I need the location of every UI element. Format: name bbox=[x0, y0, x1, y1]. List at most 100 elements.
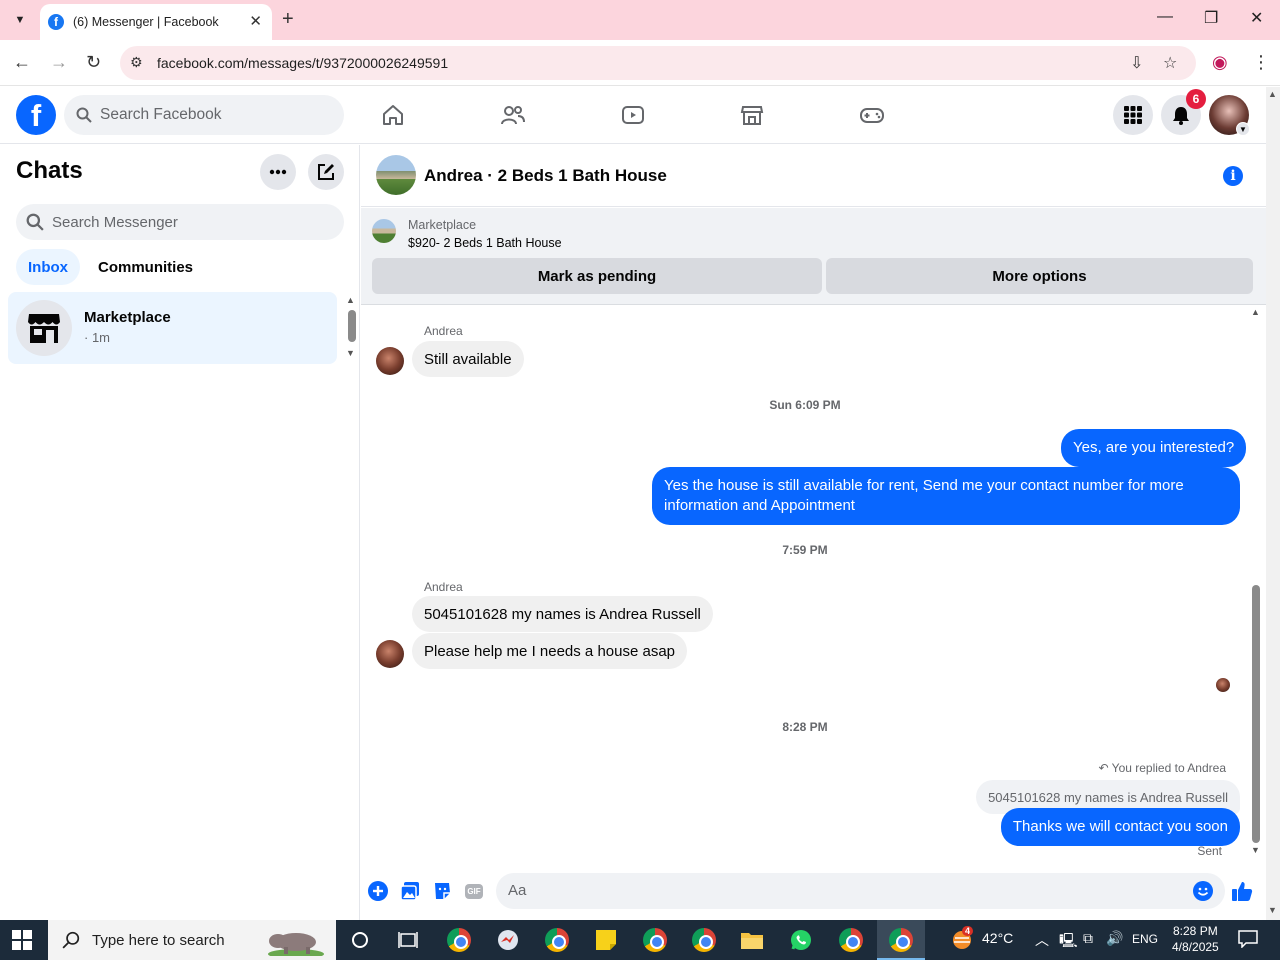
messenger-app-icon[interactable] bbox=[494, 926, 522, 954]
facebook-favicon-icon: f bbox=[48, 14, 64, 30]
url-text[interactable]: facebook.com/messages/t/9372000026249591 bbox=[157, 55, 448, 71]
conversation-title[interactable]: Andrea · 2 Beds 1 Bath House bbox=[424, 166, 667, 186]
gif-icon[interactable]: GIF bbox=[463, 880, 485, 902]
chevron-down-icon[interactable]: ▼ bbox=[1236, 122, 1250, 136]
info-icon[interactable]: i bbox=[1223, 166, 1243, 186]
bookmark-star-icon[interactable]: ☆ bbox=[1163, 53, 1177, 73]
chrome-active-icon[interactable] bbox=[887, 926, 915, 954]
windows-start-icon[interactable] bbox=[12, 930, 32, 950]
chrome-icon[interactable] bbox=[445, 926, 473, 954]
search-highlight-hippo-icon bbox=[268, 933, 324, 956]
weather-temperature[interactable]: 42°C bbox=[982, 930, 1013, 946]
mark-as-pending-button[interactable]: Mark as pending bbox=[372, 258, 822, 294]
page-scrollbar[interactable]: ▲ ▼ bbox=[1266, 87, 1280, 920]
search-messenger-input[interactable]: Search Messenger bbox=[16, 204, 344, 240]
volume-icon[interactable]: 🔊 bbox=[1106, 930, 1123, 947]
marketplace-icon[interactable] bbox=[738, 101, 766, 129]
incoming-message[interactable]: 5045101628 my names is Andrea Russell bbox=[412, 596, 713, 632]
file-explorer-icon[interactable] bbox=[738, 926, 766, 954]
taskbar-search-input[interactable]: Type here to search bbox=[48, 920, 336, 960]
reload-icon[interactable]: ↻ bbox=[86, 52, 101, 73]
profile-icon[interactable]: ◉ bbox=[1212, 52, 1228, 73]
avatar[interactable] bbox=[376, 347, 404, 375]
search-icon bbox=[76, 107, 92, 123]
watch-video-icon[interactable] bbox=[619, 101, 647, 129]
restore-icon[interactable]: ❐ bbox=[1204, 8, 1218, 28]
site-info-icon[interactable]: ⚙ bbox=[130, 54, 143, 71]
scroll-up-arrow-icon[interactable]: ▲ bbox=[1268, 89, 1277, 99]
minimize-icon[interactable]: — bbox=[1157, 8, 1173, 26]
more-options-button[interactable]: More options bbox=[826, 258, 1253, 294]
chrome-profile-icon[interactable] bbox=[837, 926, 865, 954]
scroll-up-arrow-icon[interactable]: ▲ bbox=[346, 295, 355, 305]
avatar[interactable] bbox=[376, 640, 404, 668]
gaming-icon[interactable] bbox=[858, 101, 886, 129]
notification-center-icon[interactable] bbox=[1238, 930, 1258, 951]
more-options-ellipsis-icon[interactable] bbox=[260, 154, 296, 190]
message-input[interactable]: Aa bbox=[496, 873, 1225, 909]
address-bar-row: ← → ↻ ⚙ facebook.com/messages/t/93720000… bbox=[0, 40, 1280, 86]
tab-close-icon[interactable]: ✕ bbox=[249, 12, 262, 30]
facebook-logo-icon[interactable]: f bbox=[16, 95, 56, 135]
sticky-notes-icon[interactable] bbox=[592, 926, 620, 954]
listing-thumbnail[interactable] bbox=[372, 219, 396, 243]
incoming-message[interactable]: Still available bbox=[412, 341, 524, 377]
scrollbar-thumb[interactable] bbox=[348, 310, 356, 342]
friends-icon[interactable] bbox=[499, 101, 527, 129]
forward-icon[interactable]: → bbox=[50, 52, 68, 73]
listing-title[interactable]: $920- 2 Beds 1 Bath House bbox=[408, 236, 562, 250]
message-input-placeholder: Aa bbox=[508, 882, 527, 899]
facebook-search-input[interactable]: Search Facebook bbox=[64, 95, 344, 135]
notification-badge: 6 bbox=[1186, 89, 1206, 109]
camera-icon[interactable]: ⧉ bbox=[1083, 930, 1093, 947]
chrome-profile-icon[interactable] bbox=[543, 926, 571, 954]
like-thumbs-up-icon[interactable] bbox=[1231, 880, 1253, 902]
omnibox[interactable]: ⚙ facebook.com/messages/t/93720000262495… bbox=[120, 46, 1196, 80]
install-app-icon[interactable]: ⇩ bbox=[1130, 53, 1143, 73]
new-tab-icon[interactable]: + bbox=[282, 8, 294, 31]
sent-status: Sent bbox=[1197, 844, 1222, 858]
tab-communities[interactable]: Communities bbox=[86, 249, 205, 285]
message-sender: Andrea bbox=[424, 580, 463, 594]
clock-time: 8:28 PM bbox=[1173, 924, 1218, 938]
whatsapp-icon[interactable] bbox=[787, 926, 815, 954]
tab-search-chevron-icon[interactable]: ▼ bbox=[6, 6, 34, 34]
back-icon[interactable]: ← bbox=[13, 52, 31, 73]
tab-inbox[interactable]: Inbox bbox=[16, 249, 80, 285]
chrome-profile-icon[interactable] bbox=[690, 926, 718, 954]
task-view-icon[interactable] bbox=[394, 926, 422, 954]
reply-arrow-icon: ↶ bbox=[1098, 761, 1112, 775]
scroll-up-arrow-icon[interactable]: ▲ bbox=[1251, 307, 1260, 317]
input-language[interactable]: ENG bbox=[1132, 932, 1158, 946]
scroll-down-arrow-icon[interactable]: ▼ bbox=[1251, 845, 1260, 855]
network-icon[interactable]: 🖳 bbox=[1059, 930, 1078, 954]
close-window-icon[interactable]: ✕ bbox=[1250, 8, 1263, 28]
chat-list-item-marketplace[interactable]: Marketplace · 1m bbox=[8, 292, 337, 364]
browser-tab[interactable]: f (6) Messenger | Facebook ✕ bbox=[40, 4, 272, 40]
chrome-menu-icon[interactable]: ⋮ bbox=[1252, 52, 1270, 73]
incoming-message[interactable]: Please help me I needs a house asap bbox=[412, 633, 688, 669]
sticker-icon[interactable] bbox=[431, 880, 453, 902]
new-message-compose-icon[interactable] bbox=[308, 154, 344, 190]
tray-chevron-up-icon[interactable]: ︿ bbox=[1035, 930, 1049, 950]
scroll-down-arrow-icon[interactable]: ▼ bbox=[346, 348, 355, 358]
weather-alert-badge: 4 bbox=[962, 926, 974, 936]
outgoing-message[interactable]: Thanks we will contact you soon bbox=[1000, 808, 1240, 846]
scroll-down-arrow-icon[interactable]: ▼ bbox=[1268, 905, 1277, 915]
emoji-icon[interactable] bbox=[1193, 881, 1213, 901]
menu-grid-icon[interactable] bbox=[1113, 95, 1153, 135]
listing-avatar[interactable] bbox=[376, 155, 416, 195]
search-messenger-placeholder: Search Messenger bbox=[52, 213, 178, 231]
system-clock[interactable]: 8:28 PM 4/8/2025 bbox=[1172, 923, 1219, 955]
home-icon[interactable] bbox=[379, 101, 407, 129]
cortana-circle-icon[interactable] bbox=[346, 926, 374, 954]
plus-actions-icon[interactable] bbox=[367, 880, 389, 902]
scrollbar-thumb[interactable] bbox=[1252, 585, 1260, 843]
seen-receipt-avatar bbox=[1216, 678, 1230, 692]
chrome-profile-icon[interactable] bbox=[641, 926, 669, 954]
chats-title: Chats bbox=[16, 157, 83, 184]
outgoing-message[interactable]: Yes, are you interested? bbox=[1061, 429, 1247, 467]
attach-photo-icon[interactable] bbox=[399, 880, 421, 902]
outgoing-message[interactable]: Yes the house is still available for ren… bbox=[652, 467, 1240, 525]
reply-note-text: You replied to Andrea bbox=[1111, 761, 1226, 775]
